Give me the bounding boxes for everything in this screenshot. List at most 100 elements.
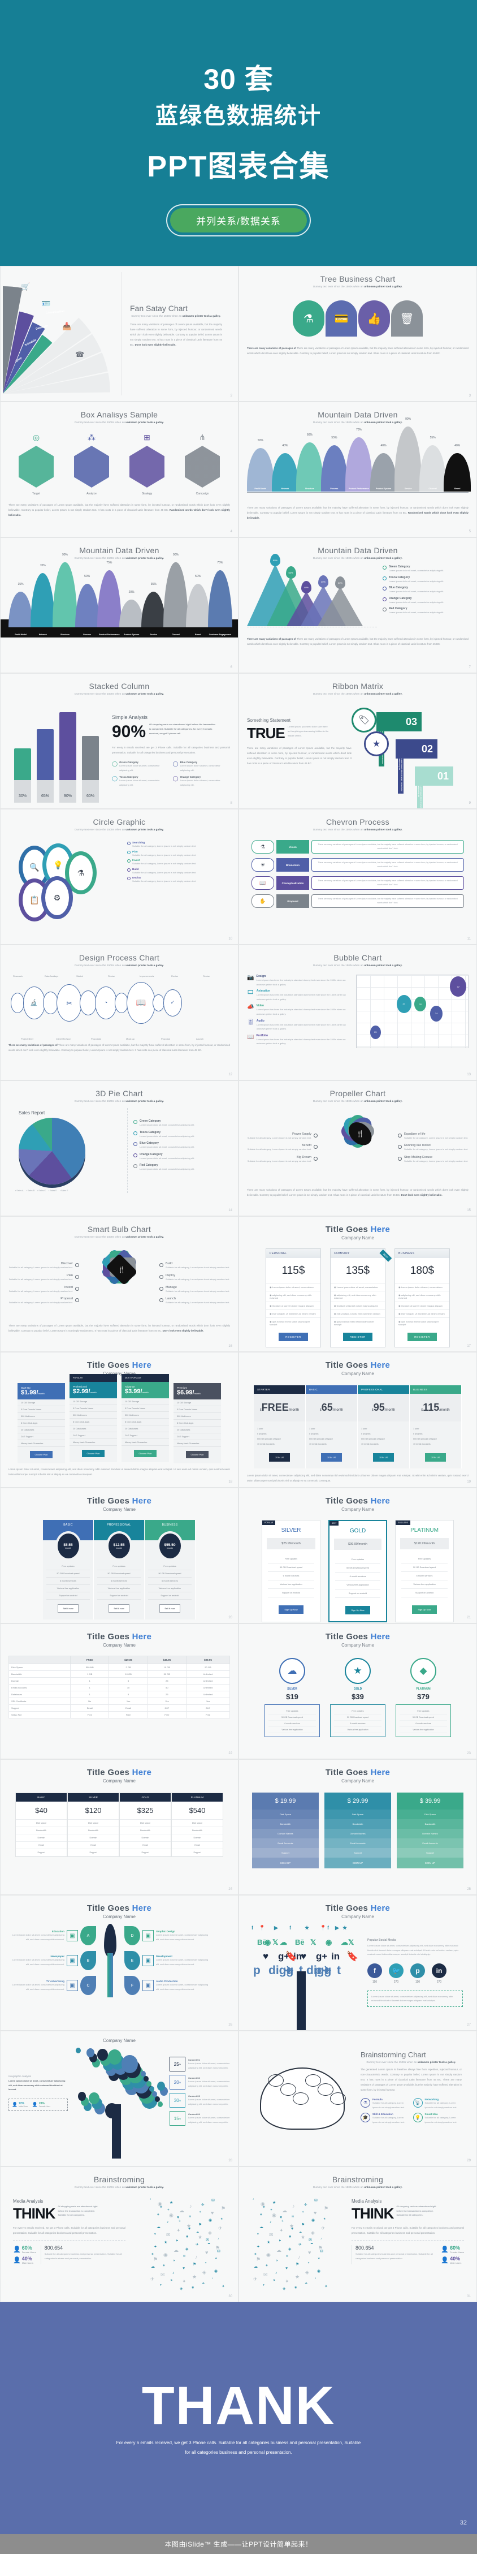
pricing-feature: Email Accounts xyxy=(252,1838,319,1848)
petal-desc: Suitable for all category, Lorem ipsum i… xyxy=(404,1148,469,1151)
sign-up-now-button[interactable]: Sign Up Now xyxy=(279,1605,303,1614)
social-icon: 𝕏 xyxy=(348,1938,354,1946)
mountain-value: 40% xyxy=(454,444,461,447)
social-panel-desc: Lorem ipsum dolor sit amet, consectetuer… xyxy=(367,1944,459,1956)
pricing-plan-price: $540 xyxy=(172,1802,223,1820)
think-body: For every 6 emails received, we get 3 Ph… xyxy=(13,2226,125,2235)
slide-title: Brainstroming xyxy=(332,2175,384,2184)
sign-up-now-button[interactable]: Sign Up Now xyxy=(345,1606,370,1614)
head-icon-dot: ♪ xyxy=(298,2254,301,2260)
mountain-label: Service xyxy=(150,634,158,636)
pricing-plan-name: GOLD xyxy=(353,1687,362,1691)
pricing-card-platinum: ◆ PLATINUM $79 Free updates 50 GB Download s… xyxy=(396,1658,451,1737)
pricing-feature: Free updates xyxy=(268,1555,314,1563)
pie-graphic xyxy=(19,1118,85,1184)
graduation-icon: ▣ xyxy=(67,1930,78,1941)
choose-plan-button[interactable]: Choose Plan xyxy=(185,1451,209,1458)
join-us-button[interactable]: JOIN US xyxy=(268,1453,290,1462)
head-icon-dot: ✈ xyxy=(304,2203,307,2207)
table-header-row: FREE $29.95 $49.95 $99.95 xyxy=(8,1656,231,1664)
pricing-feature-list: Free updates 50 GB Download speed 6 month … xyxy=(264,1704,320,1737)
register-button[interactable]: REGISTER xyxy=(407,1333,437,1341)
pricing-price-circle: $12.55/month xyxy=(106,1531,132,1561)
petal-marker-icon xyxy=(314,1133,318,1138)
sign-up-button[interactable]: SIGN UP xyxy=(252,1858,319,1868)
petal-text: Manage Suitable for all category, Lorem i… xyxy=(166,1286,230,1294)
petal-text: Equalizer of life Suitable for all catego… xyxy=(404,1132,469,1140)
stat-item: 30% Content 03 Lorem ipsum dolor sit amet,… xyxy=(170,2093,230,2108)
petal-text: Discover Suitable for all category, Lorem… xyxy=(8,1262,73,1270)
head-icon-dot: ◈ xyxy=(151,2252,154,2256)
pricing-feature: 50 GB Download speed xyxy=(46,1570,90,1578)
flask-icon: ⚗ xyxy=(361,2098,370,2108)
legend-desc: Suitable for all category, Lorem ipsum i… xyxy=(132,862,197,865)
register-button[interactable]: REGISTER xyxy=(343,1333,372,1341)
legend-desc: Lorem ipsum dolor sit amet, consectetur … xyxy=(389,569,444,572)
head-icon-dot: ✦ xyxy=(279,2228,284,2233)
tree-item-desc: Lorem ipsum dolor sit amet, consectetuer… xyxy=(156,1983,209,1991)
pricing-plan-price: $ 29.99 xyxy=(324,1793,391,1810)
pricing-feature-list: Free updates 50 GB Download speed 6 month … xyxy=(396,1704,451,1737)
tree-left-items: Education Lorem ipsum dolor sit amet, con… xyxy=(8,1926,96,1995)
petal-desc: Suitable for all category, Lorem ipsum i… xyxy=(404,1136,469,1139)
pricing-feature-list: Free updates 50 GB Download speed 6 month … xyxy=(396,1549,453,1597)
pricing-feature: 6 month services xyxy=(148,1578,192,1585)
sign-up-button[interactable]: SIGN UP xyxy=(397,1858,463,1868)
slide-subtitle: Dummy text ever since the 1500s when an … xyxy=(75,692,164,695)
slide-title: Title Goes Here xyxy=(325,1632,391,1642)
choose-plan-button[interactable]: Choose Plan xyxy=(133,1450,157,1457)
sun-icon: ☀ xyxy=(251,858,274,872)
choose-plan-button[interactable]: Choose Plan xyxy=(81,1450,105,1457)
chevron-list: ⚗ Vision There are many variations of pass… xyxy=(247,840,469,908)
head-icon-dot: ♥ xyxy=(314,2210,317,2216)
pricing-feature: 1 user xyxy=(361,1427,367,1430)
head-icon-dot: ♥ xyxy=(154,2233,156,2236)
table-cell: No xyxy=(70,1698,110,1705)
relationship-type-button[interactable]: 并列关系/数据关系 xyxy=(170,208,307,232)
mountain-peak xyxy=(31,572,55,627)
register-button[interactable]: REGISTER xyxy=(279,1333,308,1341)
legend-marker-icon xyxy=(383,597,387,601)
megaphone-icon: 📣 xyxy=(247,1004,254,1011)
legend-desc: Lorem ipsum dolor sit amet, consectetur … xyxy=(140,1123,195,1126)
petal-desc: Suitable for all category, Lorem ipsum i… xyxy=(247,1159,311,1162)
tree-trunk xyxy=(96,1924,124,1997)
slide-page-number: 6 xyxy=(230,666,232,669)
sell-it-now-button[interactable]: Sell it now xyxy=(58,1604,79,1613)
choose-plan-button[interactable]: Choose Plan xyxy=(29,1451,53,1458)
pricing-feature: Domain Names xyxy=(397,1829,463,1838)
legend-text: Audio Lorem ipsum has been the industry's… xyxy=(257,1019,352,1031)
sign-up-now-button[interactable]: Sign Up Now xyxy=(412,1605,437,1614)
sell-it-now-button[interactable]: Sell it now xyxy=(159,1604,180,1613)
slide-design-process-chart: Design Process Chart Dummy text ever sinc… xyxy=(0,945,238,1080)
head-icon-dot: ◉ xyxy=(317,2269,321,2273)
pricing-feature: 6 month services xyxy=(268,1572,314,1580)
slide-subtitle: Dummy text ever since the 1500s when an … xyxy=(75,421,164,424)
pricing-feature-list: Free updates 50 GB Download speed 6 month … xyxy=(330,1704,385,1737)
stat-item: 20% Content 02 Lorem ipsum dolor sit amet,… xyxy=(170,2075,230,2090)
petal-text: Big Dream Suitable for all category, Lore… xyxy=(247,1156,311,1164)
sign-up-button[interactable]: SIGN UP xyxy=(324,1858,391,1868)
social-icon: 📍 xyxy=(320,1925,327,1931)
legend-item: Orange Category Lorem ipsum dolor sit ame… xyxy=(133,1153,230,1161)
process-bottom-label: Project Brief xyxy=(21,1037,33,1040)
brain-fold xyxy=(329,2092,346,2105)
join-us-button[interactable]: JOIN US xyxy=(320,1453,342,1462)
join-us-button[interactable]: JOIN US xyxy=(424,1453,446,1462)
legend-text: Invent Suitable for all category, Lorem i… xyxy=(132,859,196,866)
pricing-feature: 6 month services xyxy=(97,1578,141,1585)
cloud-icon: ☁ xyxy=(279,1658,305,1684)
join-us-button[interactable]: JOIN US xyxy=(372,1453,394,1462)
think-stat-label: Female Users xyxy=(450,2251,464,2254)
sell-it-now-button[interactable]: Sell it now xyxy=(109,1604,129,1613)
box-icon: ⋔ xyxy=(199,433,206,442)
mountain-peak xyxy=(207,570,232,627)
pricing-feature: 50 GB Download speed xyxy=(334,1715,381,1721)
head-icon-dot: ⚑ xyxy=(279,2239,281,2243)
pricing-plan-price: $325 xyxy=(120,1802,171,1820)
tree-icon-dot xyxy=(144,2076,149,2082)
legend-item: Deploy Suitable for all category, Lorem i… xyxy=(127,876,230,884)
tree-right-items: D ▣ Graphic Design Lorem ipsum dolor sit am… xyxy=(124,1926,212,1995)
slide-ribbon-matrix: Ribbon Matrix Dummy text ever since the 1… xyxy=(238,673,477,809)
slide-title: Mountain Data Driven xyxy=(79,546,159,555)
